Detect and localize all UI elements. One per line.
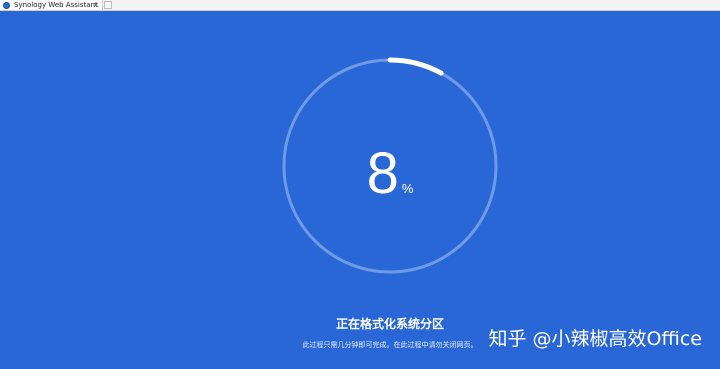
progress-percent-unit: % (401, 181, 414, 196)
progress-readout: 8% (0, 140, 720, 207)
watermark-text: 知乎 @小辣椒高效Office (488, 328, 703, 350)
setup-window: Synology Web Assistant × 8% 正在格式化系统分区 此过… (0, 0, 720, 369)
progress-percent-value: 8 (366, 141, 399, 206)
progress-ring-arc (387, 57, 444, 76)
